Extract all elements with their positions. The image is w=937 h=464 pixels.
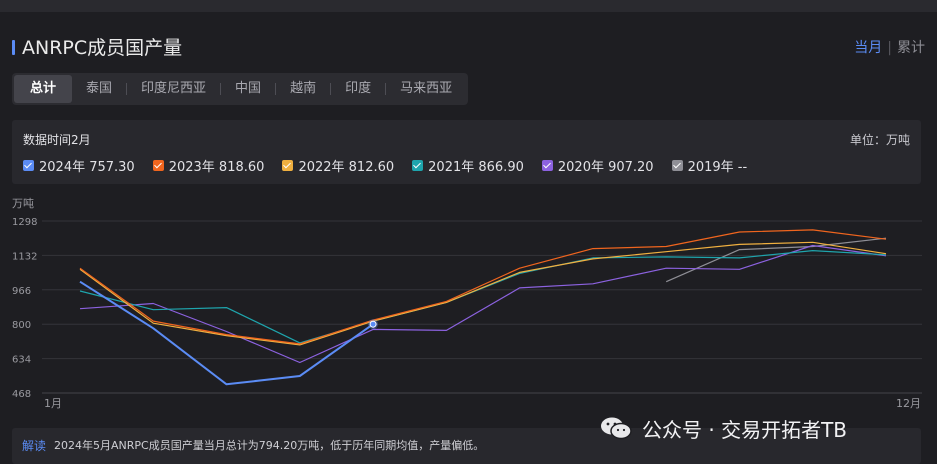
data-panel: 数据时间2月 单位：万吨 2024年 757.30 2023年 818.60 202… [12,120,921,184]
tab-6[interactable]: 马来西亚 [386,75,466,103]
interpretation-text: 2024年5月ANRPC成员国产量当月总计为794.20万吨，低于历年同期均值，… [54,439,485,452]
legend-checkbox-icon[interactable] [412,160,424,171]
data-date-label: 数据时间2月 [23,133,91,147]
production-line-chart: 万吨 468 634 800 966 1132 1298 1月 12月 [12,197,922,410]
y-tick-label: 800 [12,320,31,331]
tab-4[interactable]: 越南 [276,75,330,103]
legend-item[interactable]: 2021年 866.90 [412,156,524,175]
chart-area: 万吨 468 634 800 966 1132 1298 1月 12月 [0,190,937,420]
top-strip [0,0,937,12]
series-line-2021年 [79,249,887,344]
legend-checkbox-icon[interactable] [541,160,553,171]
title-accent-bar [12,40,15,55]
period-cumulative-button[interactable]: 累计 [897,40,925,56]
chart-legend: 2024年 757.30 2023年 818.60 2022年 812.60 2021… [23,156,765,175]
series-line-2024年 [79,280,374,386]
unit-label: 单位：万吨 [849,133,910,147]
series-line-2020年 [79,244,887,364]
legend-label: 2019年 -- [687,160,748,175]
tab-1[interactable]: 泰国 [72,75,126,103]
page-title: ANRPC成员国产量 [22,37,183,59]
legend-checkbox-icon[interactable] [23,160,34,171]
interpretation-label: 解读 [22,439,47,453]
wechat-icon [601,417,632,440]
legend-item[interactable]: 2024年 757.30 [23,156,135,175]
legend-checkbox-icon[interactable] [671,160,683,171]
y-tick-label: 966 [12,286,31,297]
tab-0[interactable]: 总计 [14,75,73,103]
period-separator: | [887,40,892,56]
legend-item[interactable]: 2019年 -- [671,156,748,175]
legend-label: 2024年 757.30 [39,160,135,175]
watermark-text: 公众号 · 交易开拓者TB [642,417,848,442]
legend-label: 2022年 812.60 [298,160,395,175]
y-axis-unit-label: 万吨 [12,197,34,210]
legend-label: 2023年 818.60 [168,160,265,175]
legend-item[interactable]: 2023年 818.60 [152,156,265,175]
legend-checkbox-icon[interactable] [152,160,164,171]
legend-item[interactable]: 2020年 907.20 [541,156,654,175]
legend-label: 2020年 907.20 [557,160,654,175]
x-tick-label-first: 1月 [44,397,62,410]
legend-checkbox-icon[interactable] [282,160,294,171]
tab-5[interactable]: 印度 [331,75,385,103]
y-tick-label: 1132 [12,251,37,262]
latest-point-marker [369,320,377,328]
header: ANRPC成员国产量 当月 | 累计 [12,36,925,60]
tab-2[interactable]: 印度尼西亚 [127,75,220,103]
watermark: 公众号 · 交易开拓者TB [600,410,847,446]
tab-3[interactable]: 中国 [221,75,275,103]
period-monthly-button[interactable]: 当月 [854,40,882,56]
x-tick-label-last: 12月 [896,397,921,410]
legend-item[interactable]: 2022年 812.60 [282,156,394,175]
y-tick-label: 1298 [12,217,37,228]
period-toggle: 当月 | 累计 [854,38,925,58]
country-tabs: 总计 泰国 印度尼西亚 中国 越南 印度 马来西亚 [12,73,469,105]
legend-label: 2021年 866.90 [428,160,524,175]
series-line-2019年 [665,237,887,283]
y-tick-label: 634 [12,355,31,366]
y-tick-label: 468 [12,389,31,400]
